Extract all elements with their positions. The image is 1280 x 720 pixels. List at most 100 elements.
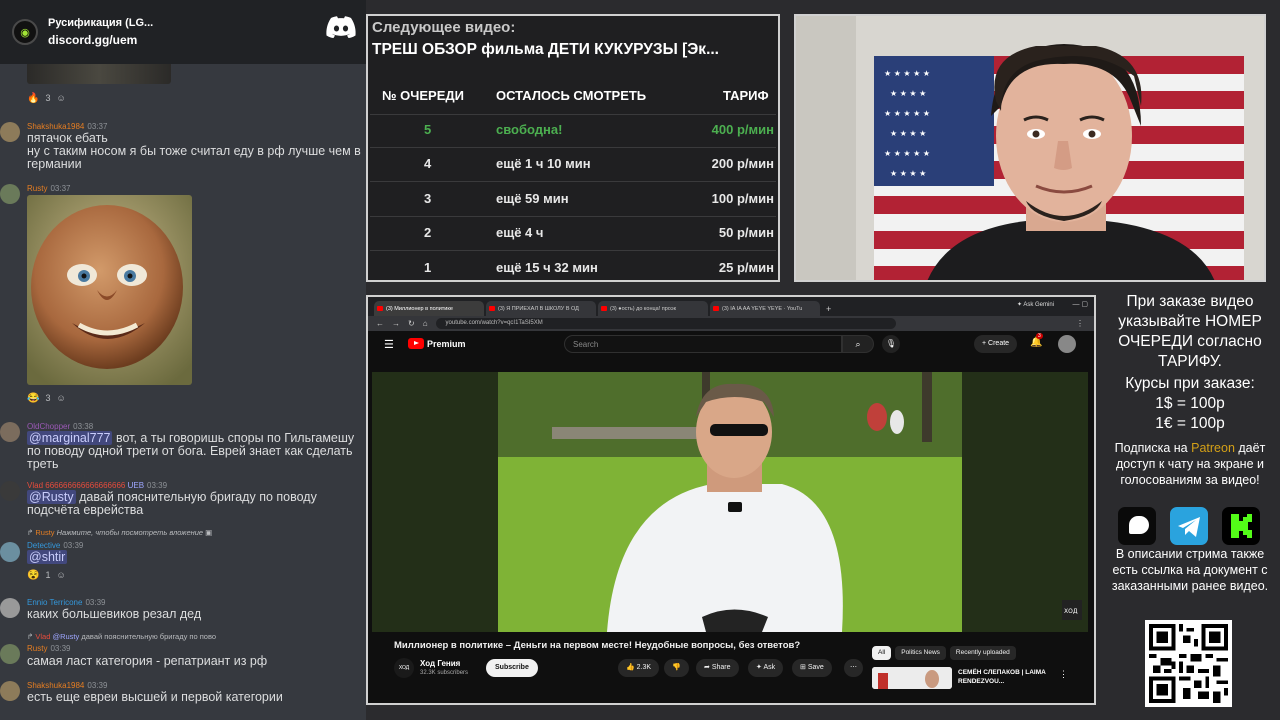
user-mention[interactable]: @marginal777: [27, 431, 113, 445]
forward-icon[interactable]: →: [392, 319, 400, 328]
share-button[interactable]: ➦ Share: [696, 659, 739, 677]
emoji-icon[interactable]: 😵: [27, 570, 39, 581]
account-avatar[interactable]: [1058, 335, 1076, 353]
username[interactable]: Shakshuka1984 03:39: [27, 681, 107, 690]
channel-avatar[interactable]: ХОД: [394, 658, 414, 678]
order-instructions: При заказе видео указывайте НОМЕР ОЧЕРЕД…: [1118, 293, 1262, 370]
telegram-icon[interactable]: [1170, 507, 1208, 545]
video-player[interactable]: ХОД: [372, 372, 1088, 632]
fire-emoji-icon[interactable]: 🔥: [27, 93, 39, 104]
attached-image-partial[interactable]: [27, 64, 171, 84]
youtube-icon: [601, 306, 607, 311]
avatar[interactable]: [0, 681, 20, 701]
more-icon[interactable]: ⋮: [1059, 669, 1068, 680]
rate-usd: 1$ = 100р: [1155, 395, 1225, 412]
notifications-bell-icon[interactable]: 🔔 3: [1030, 333, 1043, 348]
new-tab-icon[interactable]: +: [822, 304, 835, 316]
more-actions-button[interactable]: ⋯: [844, 659, 863, 677]
reload-icon[interactable]: ↻: [408, 319, 415, 328]
avatar[interactable]: [0, 184, 20, 204]
subscribe-button[interactable]: Subscribe: [486, 659, 538, 677]
avatar[interactable]: [0, 644, 20, 664]
server-link[interactable]: discord.gg/uem: [48, 33, 153, 47]
username[interactable]: Ennio Terricone 03:39: [27, 598, 105, 607]
video-frame: ХОД: [372, 372, 1088, 632]
queue-remaining: ещё 59 мин: [496, 191, 569, 206]
svg-text:★ ★ ★ ★: ★ ★ ★ ★: [890, 89, 926, 98]
hamburger-menu-icon[interactable]: ☰: [384, 338, 394, 351]
laugh-emoji-icon[interactable]: 😂: [27, 393, 39, 404]
queue-num: 4: [424, 156, 432, 171]
related-chips: All Politics News Recently uploaded: [872, 646, 1016, 660]
chip-politics-news[interactable]: Politics News: [895, 646, 946, 660]
server-icon[interactable]: ◉: [12, 19, 38, 45]
queue-remaining: свободна!: [496, 122, 563, 137]
reply-preview[interactable]: ↱ Vlad @Rusty давай пояснительную бригад…: [27, 632, 216, 641]
browser-tab[interactable]: (3) Миллионер в политике: [374, 301, 484, 316]
kick-icon[interactable]: [1222, 507, 1260, 545]
qr-code[interactable]: [1145, 620, 1232, 707]
window-controls[interactable]: — ▢: [1072, 300, 1088, 308]
add-reaction-icon[interactable]: ☺: [56, 393, 65, 403]
document-note: В описании стрима также есть ссылка на д…: [1111, 547, 1269, 593]
svg-text:★ ★ ★ ★ ★: ★ ★ ★ ★ ★: [884, 69, 930, 78]
message-text: @marginal777 вот, а ты говоришь споры по…: [27, 431, 355, 471]
search-icon[interactable]: ⌕: [842, 335, 874, 353]
create-button[interactable]: + Create: [974, 335, 1018, 353]
discord-chat-panel: ◉ Русификация (LG... discord.gg/uem 🔥 3 ☺…: [0, 0, 366, 720]
reaction-bar: 😂 3 ☺: [27, 392, 66, 404]
dislike-button[interactable]: 👎: [664, 659, 689, 677]
channel-name[interactable]: Ход Гения: [420, 659, 460, 668]
chat-header: ◉ Русификация (LG... discord.gg/uem: [0, 0, 366, 64]
microphone-icon[interactable]: 🎙: [882, 335, 900, 353]
col-header-remaining: ОСТАЛОСЬ СМОТРЕТЬ: [496, 88, 647, 103]
youtube-play-icon: [408, 338, 424, 349]
username[interactable]: OldChopper 03:38: [27, 422, 93, 431]
browser-tab[interactable]: (3) IA IA AA YEYE YEYE · YouTu: [710, 301, 820, 316]
bread-face-image[interactable]: [27, 195, 192, 385]
search-input[interactable]: Search: [564, 335, 842, 353]
username[interactable]: Detective 03:39: [27, 541, 83, 550]
add-reaction-icon[interactable]: ☺: [56, 570, 65, 580]
home-icon[interactable]: ⌂: [423, 319, 428, 328]
avatar[interactable]: [0, 598, 20, 618]
tab-strip: (3) Миллионер в политике (3) Я ПРИЕХАЛ В…: [368, 297, 1094, 316]
patreon-icon[interactable]: [1118, 507, 1156, 545]
reply-preview[interactable]: ↱ Rusty Нажмите, чтобы посмотреть вложен…: [27, 528, 212, 537]
add-reaction-icon[interactable]: ☺: [56, 93, 65, 103]
queue-rate: 200 р/мин: [711, 156, 774, 171]
chip-all[interactable]: All: [872, 646, 892, 660]
avatar[interactable]: [0, 481, 20, 501]
row-divider: [370, 181, 776, 182]
thumbs-down-icon: 👎: [672, 664, 681, 671]
username[interactable]: Rusty 03:39: [27, 644, 70, 653]
extensions-icon[interactable]: ⋮: [1076, 319, 1084, 328]
ask-gemini-button[interactable]: ✦ Ask Gemini: [1017, 301, 1054, 308]
username[interactable]: Vlad 666666666666666666 UEB 03:39: [27, 481, 167, 490]
message-text: самая ласт категория - репатриант из рф: [27, 654, 268, 668]
recommended-video[interactable]: СЕМЁН СЛЕПАКОВ | LAIMA RENDEZVOU... ⋮: [872, 667, 1082, 693]
col-header-queue: № ОЧЕРЕДИ: [382, 88, 464, 103]
queue-num: 2: [424, 225, 432, 240]
user-mention[interactable]: @Rusty: [27, 490, 76, 504]
username[interactable]: Shakshuka1984 03:37: [27, 122, 107, 131]
browser-window: (3) Миллионер в политике (3) Я ПРИЕХАЛ В…: [366, 295, 1096, 705]
youtube-premium-logo[interactable]: Premium: [408, 338, 466, 349]
username[interactable]: Rusty 03:37: [27, 184, 70, 193]
ask-button[interactable]: ✦ Ask: [748, 659, 784, 677]
user-mention[interactable]: @shtir: [27, 550, 68, 564]
avatar[interactable]: [0, 422, 20, 442]
discord-logo-icon: [326, 16, 356, 38]
queue-remaining: ещё 4 ч: [496, 225, 544, 240]
avatar[interactable]: [0, 122, 20, 142]
save-button[interactable]: ⊞ Save: [792, 659, 832, 677]
chip-recently-uploaded[interactable]: Recently uploaded: [949, 646, 1016, 660]
next-video-title: ТРЕШ ОБЗОР фильма ДЕТИ КУКУРУЗЫ [Эк...: [372, 41, 719, 58]
back-icon[interactable]: ←: [376, 319, 384, 328]
browser-tab[interactable]: (3) ●ость) до конца! проэк: [598, 301, 708, 316]
url-input[interactable]: youtube.com/watch?v=qcI1TaSI5XM: [435, 318, 896, 329]
col-header-rate: ТАРИФ: [723, 88, 769, 103]
avatar[interactable]: [0, 542, 20, 562]
like-button[interactable]: 👍 2.3K: [618, 659, 660, 677]
browser-tab[interactable]: (3) Я ПРИЕХАЛ В ШКОЛУ В ОД: [486, 301, 596, 316]
